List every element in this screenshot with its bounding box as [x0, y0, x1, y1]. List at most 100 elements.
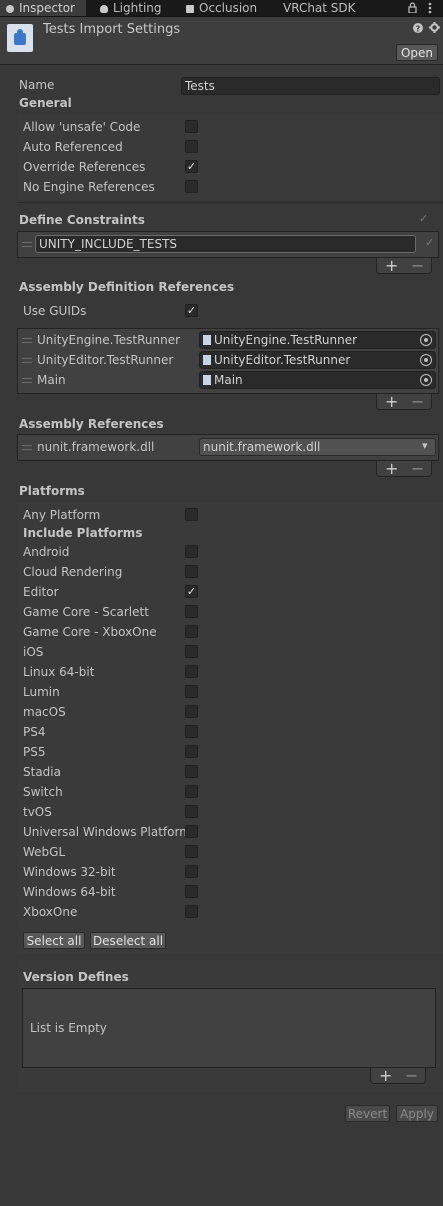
- auto-referenced-label: Auto Referenced: [23, 140, 123, 154]
- list-empty-text: List is Empty: [30, 1021, 107, 1035]
- adr-object-field[interactable]: UnityEngine.TestRunner: [199, 331, 436, 349]
- add-icon[interactable]: +: [385, 392, 398, 411]
- platform-checkbox-lumin[interactable]: [185, 685, 198, 698]
- occlusion-icon: [186, 5, 194, 13]
- platform-checkbox-macos[interactable]: [185, 705, 198, 718]
- tab-label: Occlusion: [199, 1, 258, 15]
- any-platform-checkbox[interactable]: [185, 508, 198, 521]
- adr-item-name: UnityEngine.TestRunner: [37, 333, 181, 347]
- platform-checkbox-switch[interactable]: [185, 785, 198, 798]
- no-engine-references-label: No Engine References: [23, 180, 155, 194]
- object-picker-icon[interactable]: [420, 374, 432, 386]
- remove-icon[interactable]: −: [411, 392, 424, 411]
- platform-label-windows-32: Windows 32-bit: [23, 865, 116, 879]
- help-icon[interactable]: ?: [413, 23, 423, 33]
- drag-handle-icon[interactable]: [22, 378, 32, 383]
- remove-icon[interactable]: −: [405, 1066, 418, 1085]
- assembly-definition-icon: [7, 24, 33, 52]
- checkmark-icon: ✓: [186, 585, 197, 598]
- version-defines-add-remove: + −: [370, 1066, 426, 1085]
- window-tab-bar: Inspector Lighting Occlusion VRChat SDK: [0, 0, 443, 17]
- platform-checkbox-linux-64[interactable]: [185, 665, 198, 678]
- remove-icon[interactable]: −: [411, 459, 424, 478]
- platform-checkbox-ps4[interactable]: [185, 725, 198, 738]
- revert-button[interactable]: Revert: [345, 1105, 390, 1122]
- adr-add-remove: + −: [376, 392, 432, 411]
- platform-checkbox-ios[interactable]: [185, 645, 198, 658]
- auto-referenced-checkbox[interactable]: [185, 140, 198, 153]
- assembly-definition-references-heading: Assembly Definition References: [19, 280, 235, 294]
- name-field[interactable]: Tests: [181, 77, 440, 95]
- chevron-down-icon: ▾: [422, 439, 428, 452]
- deselect-all-button[interactable]: Deselect all: [90, 932, 166, 949]
- no-engine-references-checkbox[interactable]: [185, 180, 198, 193]
- platform-label-xboxone: XboxOne: [23, 905, 78, 919]
- platform-label-uwp: Universal Windows Platform: [23, 825, 191, 839]
- remove-icon[interactable]: −: [411, 256, 424, 275]
- dropdown-value: nunit.framework.dll: [203, 440, 321, 454]
- object-field-value: UnityEditor.TestRunner: [214, 353, 351, 367]
- apply-button[interactable]: Apply: [396, 1105, 438, 1122]
- platform-checkbox-tvos[interactable]: [185, 805, 198, 818]
- add-icon[interactable]: +: [379, 1066, 392, 1085]
- settings-gear-icon[interactable]: [429, 22, 440, 33]
- platform-checkbox-windows-32[interactable]: [185, 865, 198, 878]
- platform-checkbox-windows-64[interactable]: [185, 885, 198, 898]
- assembly-references-heading: Assembly References: [19, 417, 164, 431]
- define-constraints-add-remove: + −: [376, 256, 432, 275]
- platform-label-switch: Switch: [23, 785, 63, 799]
- override-references-checkbox[interactable]: ✓: [185, 160, 198, 173]
- platform-checkbox-game-core-scarlett[interactable]: [185, 605, 198, 618]
- name-label: Name: [19, 78, 55, 92]
- lock-icon[interactable]: [408, 2, 417, 13]
- define-constraint-field[interactable]: UNITY_INCLUDE_TESTS: [35, 235, 416, 253]
- platform-checkbox-editor[interactable]: ✓: [185, 585, 198, 598]
- svg-text:?: ?: [416, 25, 421, 34]
- platform-checkbox-webgl[interactable]: [185, 845, 198, 858]
- checkmark-icon: ✓: [186, 304, 197, 317]
- general-heading: General: [19, 96, 72, 110]
- select-all-button[interactable]: Select all: [23, 932, 85, 949]
- info-icon: [6, 5, 14, 13]
- platform-checkbox-xboxone[interactable]: [185, 905, 198, 918]
- adr-object-field[interactable]: UnityEditor.TestRunner: [199, 351, 436, 369]
- object-picker-icon[interactable]: [420, 354, 432, 366]
- allow-unsafe-checkbox[interactable]: [185, 120, 198, 133]
- tab-vrchat-sdk[interactable]: VRChat SDK: [283, 0, 356, 16]
- platform-checkbox-cloud-rendering[interactable]: [185, 565, 198, 578]
- platform-label-editor: Editor: [23, 585, 59, 599]
- tab-label: VRChat SDK: [283, 1, 356, 15]
- platform-checkbox-game-core-xboxone[interactable]: [185, 625, 198, 638]
- adr-object-field[interactable]: Main: [199, 371, 436, 389]
- tab-inspector[interactable]: Inspector: [0, 0, 86, 16]
- platform-checkbox-android[interactable]: [185, 545, 198, 558]
- drag-handle-icon[interactable]: [22, 338, 32, 343]
- tab-label: Lighting: [113, 1, 162, 15]
- more-options-icon[interactable]: [428, 2, 432, 14]
- allow-unsafe-label: Allow 'unsafe' Code: [23, 120, 141, 134]
- use-guids-label: Use GUIDs: [23, 304, 87, 318]
- assembly-reference-name: nunit.framework.dll: [37, 440, 155, 454]
- tab-occlusion[interactable]: Occlusion: [186, 0, 257, 16]
- drag-handle-icon[interactable]: [22, 445, 32, 450]
- platform-checkbox-stadia[interactable]: [185, 765, 198, 778]
- platform-label-lumin: Lumin: [23, 685, 60, 699]
- platform-checkbox-ps5[interactable]: [185, 745, 198, 758]
- use-guids-checkbox[interactable]: ✓: [185, 304, 198, 317]
- object-picker-icon[interactable]: [420, 334, 432, 346]
- platform-label-windows-64: Windows 64-bit: [23, 885, 116, 899]
- add-icon[interactable]: +: [385, 459, 398, 478]
- tab-lighting[interactable]: Lighting: [100, 0, 162, 16]
- add-icon[interactable]: +: [385, 256, 398, 275]
- platform-label-linux-64: Linux 64-bit: [23, 665, 95, 679]
- constraints-valid-icon: ✓: [419, 212, 429, 225]
- drag-handle-icon[interactable]: [22, 242, 32, 247]
- assembly-reference-dropdown[interactable]: nunit.framework.dll: [199, 438, 436, 456]
- platform-checkbox-uwp[interactable]: [185, 825, 198, 838]
- adr-item-name: UnityEditor.TestRunner: [37, 353, 174, 367]
- asmdef-file-icon: [203, 335, 211, 345]
- drag-handle-icon[interactable]: [22, 358, 32, 363]
- open-button[interactable]: Open: [396, 44, 438, 61]
- asmdef-file-icon: [203, 375, 211, 385]
- object-field-value: Main: [214, 373, 243, 387]
